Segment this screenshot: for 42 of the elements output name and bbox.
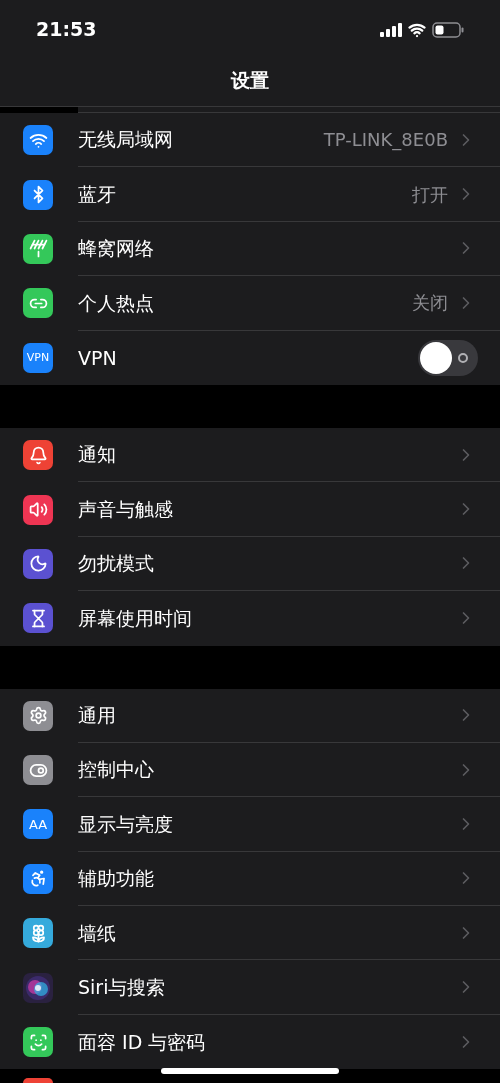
settings-row[interactable]: Siri与搜索 <box>0 960 500 1015</box>
signal-icon <box>380 22 402 37</box>
row-label: 勿扰模式 <box>78 551 155 577</box>
settings-row[interactable]: VPN VPN <box>0 330 500 385</box>
battery-icon <box>432 21 464 38</box>
row-value: 打开 <box>412 182 448 207</box>
row-label: VPN <box>78 345 118 371</box>
row-label: 墙纸 <box>78 920 117 946</box>
row-label: 辅助功能 <box>78 866 155 892</box>
settings-row[interactable]: 勿扰模式 <box>0 536 500 592</box>
row-label: 通知 <box>78 442 117 468</box>
row-label: 控制中心 <box>78 757 155 783</box>
page-title: 设置 <box>231 68 269 94</box>
settings-row[interactable]: 通用 <box>0 688 500 743</box>
row-label: 通用 <box>78 702 117 728</box>
vpn-toggle[interactable] <box>418 339 478 376</box>
row-label: Siri与搜索 <box>78 974 167 1000</box>
settings-row[interactable]: 个人热点 关闭 <box>0 276 500 331</box>
settings-row[interactable]: 控制中心 <box>0 742 500 798</box>
row-value: TP-LINK_8E0B <box>323 128 448 153</box>
settings-row[interactable]: 蜂窝网络 <box>0 221 500 277</box>
row-label: 面容 ID 与密码 <box>78 1029 207 1055</box>
settings-row[interactable]: 蓝牙 打开 <box>0 167 500 222</box>
text-size-icon: AA <box>23 809 53 840</box>
row-label: 无线局域网 <box>78 127 174 153</box>
settings-row[interactable]: 通知 <box>0 427 500 483</box>
settings-row[interactable]: AA 显示与亮度 <box>0 797 500 852</box>
settings-row[interactable]: 墙纸 <box>0 906 500 961</box>
row-label: 屏幕使用时间 <box>78 606 193 632</box>
row-label: 蜂窝网络 <box>78 236 155 262</box>
settings-row[interactable]: 面容 ID 与密码 <box>0 1014 500 1070</box>
settings-row[interactable]: 屏幕使用时间 <box>0 591 500 646</box>
settings-row[interactable]: 无线局域网 TP-LINK_8E0B <box>0 113 500 168</box>
row-label: 个人热点 <box>78 290 155 316</box>
row-value: 关闭 <box>412 291 448 316</box>
row-label: 显示与亮度 <box>78 811 174 837</box>
settings-row[interactable]: 辅助功能 <box>0 851 500 907</box>
row-label: 蓝牙 <box>78 181 117 207</box>
row-label: 声音与触感 <box>78 496 174 522</box>
settings-row[interactable]: 声音与触感 <box>0 482 500 537</box>
vpn-icon: VPN <box>23 342 53 373</box>
status-time: 21:53 <box>36 17 97 43</box>
